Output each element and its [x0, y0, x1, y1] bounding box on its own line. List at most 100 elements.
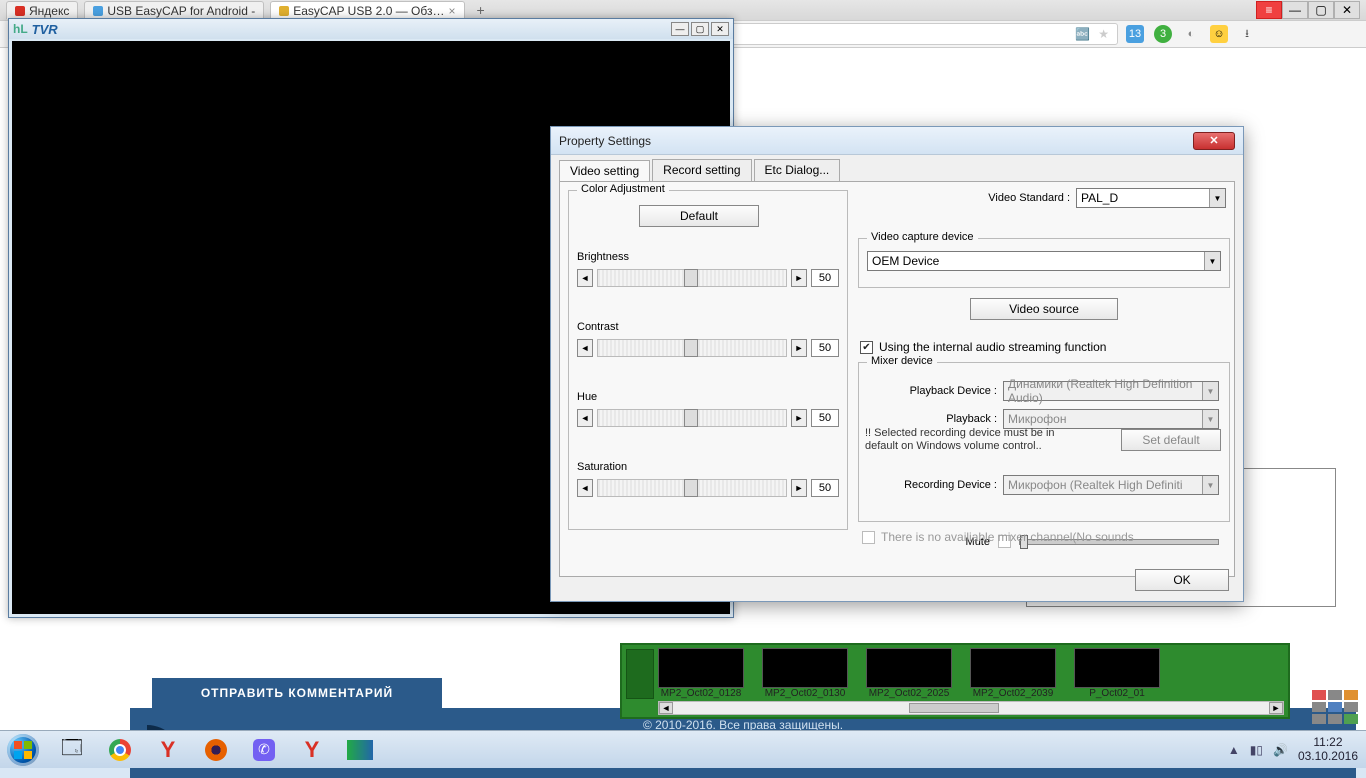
new-tab-button[interactable]: + — [471, 2, 491, 18]
taskbar-icon-yandex-browser[interactable]: Y — [290, 734, 334, 766]
slider-left-icon[interactable]: ◄ — [577, 269, 593, 287]
browser-tab-0[interactable]: Яндекс — [6, 1, 78, 19]
taskbar-clock[interactable]: 11:22 03.10.2016 — [1298, 736, 1358, 762]
video-standard-combo[interactable]: PAL_D ▼ — [1076, 188, 1226, 208]
extension-icon-3[interactable]: ◐ — [1182, 25, 1200, 43]
strip-icon[interactable] — [626, 649, 654, 699]
taskbar-icon-yandex[interactable]: Y — [146, 734, 190, 766]
thumb-label: MP2_Oct02_0128 — [658, 688, 744, 699]
video-source-button[interactable]: Video source — [970, 298, 1118, 320]
taskbar-icon-chrome[interactable] — [98, 734, 142, 766]
thumb-label: P_Oct02_01 — [1074, 688, 1160, 699]
color-adjustment-group: Color Adjustment Default Brightness ◄ ► … — [568, 190, 848, 530]
ok-button[interactable]: OK — [1135, 569, 1229, 591]
tab-label: Record setting — [663, 163, 740, 177]
slider-value[interactable]: 50 — [811, 479, 839, 497]
slider-track[interactable] — [597, 409, 787, 427]
internal-audio-checkbox[interactable]: ✔ — [860, 341, 873, 354]
extension-icon-2[interactable]: 3 — [1154, 25, 1172, 43]
extension-icon-4[interactable]: ☺ — [1210, 25, 1228, 43]
video-standard-label: Video Standard : — [988, 192, 1070, 204]
no-sound-checkbox-row: There is no availiable mixer channel(No … — [862, 530, 1134, 544]
slider-right-icon[interactable]: ► — [791, 409, 807, 427]
tray-chevron-icon[interactable]: ▲ — [1228, 743, 1240, 757]
dialog-close-button[interactable]: ✕ — [1193, 132, 1235, 150]
slider-right-icon[interactable]: ► — [791, 339, 807, 357]
maximize-button[interactable]: ▢ — [1308, 1, 1334, 19]
combo-value: PAL_D — [1081, 191, 1118, 205]
tray-network-icon[interactable]: ▮▯ — [1250, 743, 1263, 757]
taskbar: 🗔 Y ✆ Y ▲ ▮▯ 🔊 11:22 03.10.2016 — [0, 730, 1366, 768]
slider-thumb[interactable] — [684, 269, 698, 287]
slider-thumb[interactable] — [684, 339, 698, 357]
scroll-right-icon[interactable]: ► — [1269, 702, 1283, 714]
video-capture-device-combo[interactable]: OEM Device ▼ — [867, 251, 1221, 271]
close-icon[interactable]: × — [448, 4, 455, 18]
tab-label: Video setting — [570, 164, 639, 178]
combo-value: OEM Device — [872, 254, 939, 268]
tvr-minimize-button[interactable]: — — [671, 22, 689, 36]
slider-value[interactable]: 50 — [811, 339, 839, 357]
scroll-thumb[interactable] — [909, 703, 999, 713]
tab-record-setting[interactable]: Record setting — [652, 159, 751, 181]
taskbar-icon-viber[interactable]: ✆ — [242, 734, 286, 766]
toolbar-icons: 13 3 ◐ ☺ ⭳ — [1126, 25, 1256, 43]
chevron-down-icon: ▼ — [1204, 252, 1220, 270]
desktop-color-widget[interactable] — [1312, 690, 1362, 726]
taskbar-icon-explorer[interactable]: 🗔 — [50, 734, 94, 766]
slider-left-icon[interactable]: ◄ — [577, 339, 593, 357]
slider-track[interactable] — [597, 339, 787, 357]
thumbs: MP2_Oct02_0128 MP2_Oct02_0130 MP2_Oct02_… — [658, 649, 1284, 699]
thumb-4[interactable]: P_Oct02_01 — [1074, 648, 1160, 699]
slider-value[interactable]: 50 — [811, 409, 839, 427]
bookmark-icon[interactable]: ★ — [1098, 27, 1109, 41]
tab-etc-dialog[interactable]: Etc Dialog... — [754, 159, 841, 181]
internal-audio-checkbox-row: ✔ Using the internal audio streaming fun… — [860, 340, 1106, 354]
menu-button[interactable]: ≡ — [1256, 1, 1282, 19]
slider-track[interactable] — [597, 479, 787, 497]
tvr-maximize-button[interactable]: ▢ — [691, 22, 709, 36]
tvr-titlebar[interactable]: hL TVR — ▢ ✕ — [9, 19, 733, 39]
thumb-scrollbar[interactable]: ◄ ► — [658, 701, 1284, 715]
slider-value[interactable]: 50 — [811, 269, 839, 287]
favicon — [15, 6, 25, 16]
checkbox-label: Using the internal audio streaming funct… — [879, 340, 1106, 354]
close-button[interactable]: ✕ — [1334, 1, 1360, 19]
start-button[interactable] — [0, 731, 46, 769]
dialog-titlebar[interactable]: Property Settings ✕ — [551, 127, 1243, 155]
slider-thumb[interactable] — [684, 479, 698, 497]
thumb-2[interactable]: MP2_Oct02_2025 — [866, 648, 952, 699]
slider-left-icon[interactable]: ◄ — [577, 479, 593, 497]
slider-thumb[interactable] — [684, 409, 698, 427]
row-label: Playback : — [946, 413, 997, 425]
browser-tab-1[interactable]: USB EasyCAP for Android - — [84, 1, 264, 19]
thumb-0[interactable]: MP2_Oct02_0128 — [658, 648, 744, 699]
submit-label: ОТПРАВИТЬ КОММЕНТАРИЙ — [201, 686, 393, 700]
thumb-1[interactable]: MP2_Oct02_0130 — [762, 648, 848, 699]
browser-tab-2[interactable]: EasyCAP USB 2.0 — Обз… × — [270, 1, 464, 19]
tvr-close-button[interactable]: ✕ — [711, 22, 729, 36]
recording-note: !! Selected recording device must be in … — [865, 427, 1075, 453]
thumb-3[interactable]: MP2_Oct02_2039 — [970, 648, 1056, 699]
row-label: Recording Device : — [904, 479, 997, 491]
tray-volume-icon[interactable]: 🔊 — [1273, 743, 1288, 757]
submit-comment-button[interactable]: ОТПРАВИТЬ КОММЕНТАРИЙ — [152, 678, 442, 708]
window-controls: ≡ — ▢ ✕ — [1256, 1, 1360, 19]
tab-video-setting[interactable]: Video setting — [559, 160, 650, 182]
download-icon[interactable]: ⭳ — [1238, 25, 1256, 43]
taskbar-icon-firefox[interactable] — [194, 734, 238, 766]
slider-track[interactable] — [597, 269, 787, 287]
group-title: Video capture device — [867, 231, 978, 243]
slider-right-icon[interactable]: ► — [791, 269, 807, 287]
mixer-device-group: Mixer device Playback Device : Динамики … — [858, 362, 1230, 522]
right-column: Video Standard : PAL_D ▼ — [858, 188, 1226, 220]
favicon — [93, 6, 103, 16]
extension-icon-1[interactable]: 13 — [1126, 25, 1144, 43]
minimize-button[interactable]: — — [1282, 1, 1308, 19]
slider-right-icon[interactable]: ► — [791, 479, 807, 497]
scroll-left-icon[interactable]: ◄ — [659, 702, 673, 714]
default-button[interactable]: Default — [639, 205, 759, 227]
taskbar-icon-app[interactable] — [338, 734, 382, 766]
translate-icon[interactable]: 🔤 — [1075, 27, 1090, 41]
slider-left-icon[interactable]: ◄ — [577, 409, 593, 427]
